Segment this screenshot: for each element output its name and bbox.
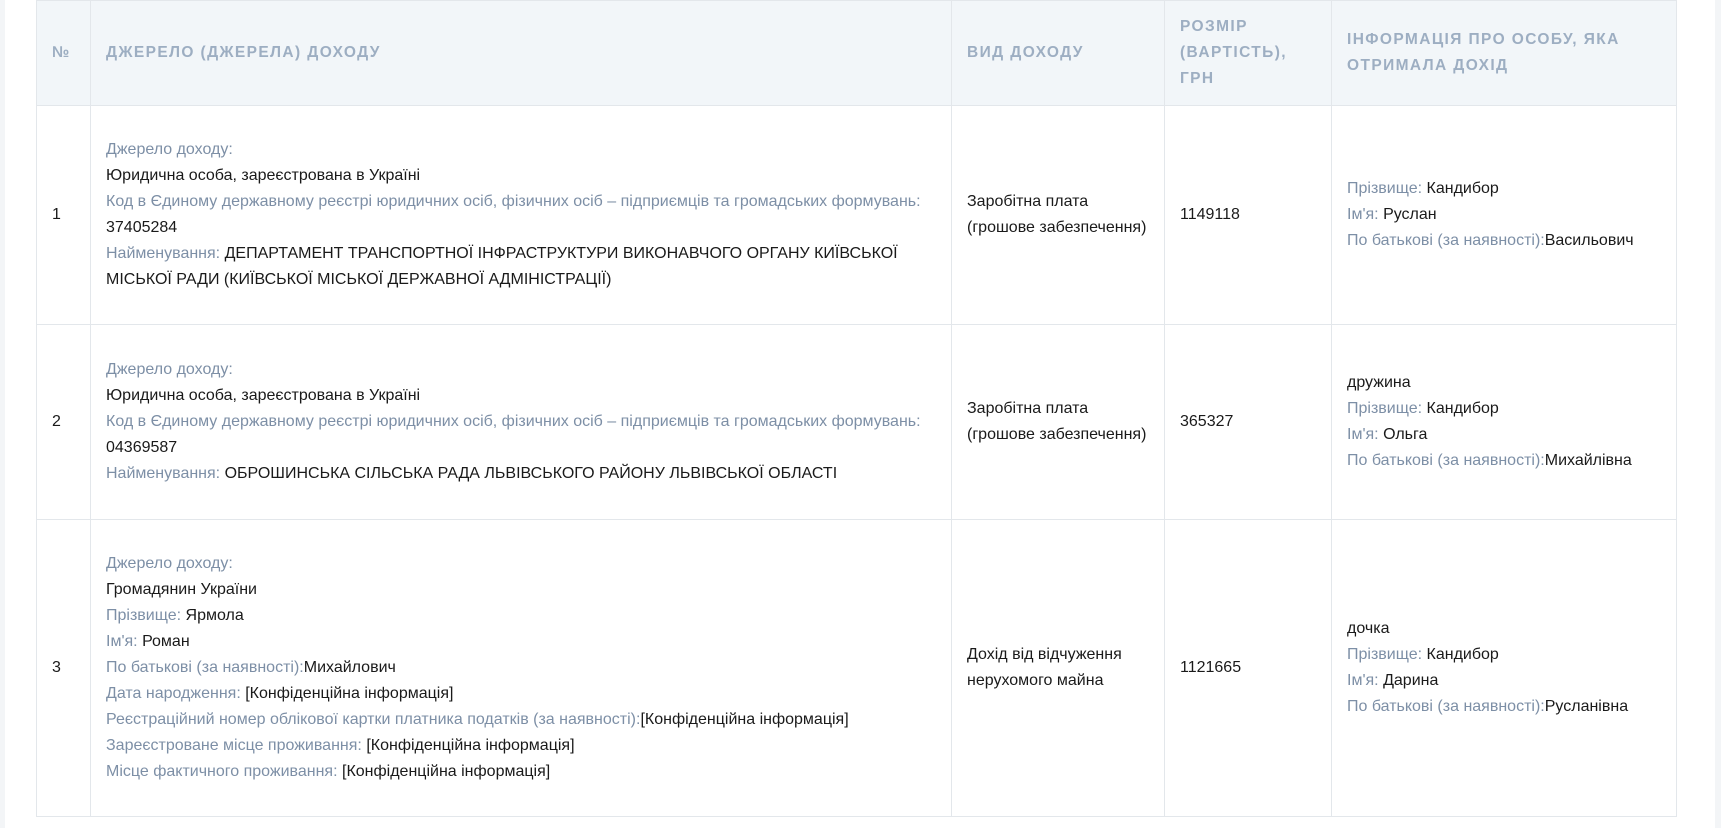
source-label: Джерело доходу: — [106, 361, 233, 378]
entity-type: Юридична особа, зареєстрована в Україні — [106, 167, 421, 184]
recipient-name-label: Ім'я: — [1347, 672, 1379, 689]
recipient-patronymic-value: Васильович — [1544, 232, 1634, 249]
entity-type: Громадянин України — [106, 581, 257, 598]
entity-name-label: Найменування: — [106, 465, 221, 482]
income-amount-cell: 365327 — [1164, 324, 1332, 520]
birthdate-value: [Конфіденційна інформація] — [245, 685, 454, 702]
entity-name-value: ОБРОШИНСЬКА СІЛЬСЬКА РАДА ЛЬВІВСЬКОГО РА… — [224, 465, 838, 482]
row-number: 2 — [36, 324, 91, 520]
actual-address-label: Місце фактичного проживання: — [106, 763, 338, 780]
page: № ДЖЕРЕЛО (ДЖЕРЕЛА) ДОХОДУ ВИД ДОХОДУ РО… — [5, 0, 1715, 828]
source-name-value: Роман — [142, 633, 190, 650]
tax-number-value: [Конфіденційна інформація] — [640, 711, 849, 728]
registry-code-label: Код в Єдиному державному реєстрі юридичн… — [106, 193, 921, 210]
recipient-surname-value: Кандибор — [1426, 400, 1499, 417]
entity-type: Юридична особа, зареєстрована в Україні — [106, 387, 421, 404]
actual-address-value: [Конфіденційна інформація] — [342, 763, 551, 780]
source-surname-label: Прізвище: — [106, 607, 182, 624]
table-row: 1 Джерело доходу: Юридична особа, зареєс… — [36, 105, 1677, 325]
entity-name-value: ДЕПАРТАМЕНТ ТРАНСПОРТНОЇ ІНФРАСТРУКТУРИ … — [106, 245, 898, 288]
source-label: Джерело доходу: — [106, 141, 233, 158]
recipient-name-value: Ольга — [1383, 426, 1428, 443]
entity-name-label: Найменування: — [106, 245, 221, 262]
header-recipient-info: ІНФОРМАЦІЯ ПРО ОСОБУ, ЯКА ОТРИМАЛА ДОХІД — [1331, 0, 1677, 106]
recipient-patronymic-value: Михайлівна — [1544, 452, 1632, 469]
registered-address-value: [Конфіденційна інформація] — [366, 737, 575, 754]
recipient-patronymic-label: По батькові (за наявності): — [1347, 452, 1545, 469]
recipient-name-label: Ім'я: — [1347, 206, 1379, 223]
registry-code-value: 37405284 — [106, 219, 178, 236]
income-type-cell: Заробітна плата (грошове забезпечення) — [951, 105, 1165, 325]
income-amount-cell: 1149118 — [1164, 105, 1332, 325]
recipient-patronymic-label: По батькові (за наявності): — [1347, 232, 1545, 249]
header-income-type: ВИД ДОХОДУ — [951, 0, 1165, 106]
recipient-name-label: Ім'я: — [1347, 426, 1379, 443]
recipient-surname-label: Прізвище: — [1347, 400, 1423, 417]
registry-code-value: 04369587 — [106, 439, 178, 456]
recipient-surname-value: Кандибор — [1426, 180, 1499, 197]
recipient-surname-label: Прізвище: — [1347, 180, 1423, 197]
header-income-amount: РОЗМІР (ВАРТІСТЬ), ГРН — [1164, 0, 1332, 106]
recipient-relation: дружина — [1347, 374, 1411, 391]
recipient-info-cell: дружина Прізвище: Кандибор Ім'я: Ольга П… — [1331, 324, 1677, 520]
income-source-cell: Джерело доходу: Юридична особа, зареєстр… — [90, 324, 952, 520]
recipient-info-cell: дочка Прізвище: Кандибор Ім'я: Дарина По… — [1331, 519, 1677, 817]
income-source-cell: Джерело доходу: Громадянин України Прізв… — [90, 519, 952, 817]
recipient-patronymic-value: Русланівна — [1544, 698, 1629, 715]
row-number: 3 — [36, 519, 91, 817]
row-number: 1 — [36, 105, 91, 325]
table-row: 2 Джерело доходу: Юридична особа, зареєс… — [36, 324, 1677, 520]
recipient-name-value: Дарина — [1383, 672, 1439, 689]
source-patronymic-label: По батькові (за наявності): — [106, 659, 304, 676]
header-income-source: ДЖЕРЕЛО (ДЖЕРЕЛА) ДОХОДУ — [90, 0, 952, 106]
birthdate-label: Дата народження: — [106, 685, 241, 702]
recipient-surname-label: Прізвище: — [1347, 646, 1423, 663]
income-table: № ДЖЕРЕЛО (ДЖЕРЕЛА) ДОХОДУ ВИД ДОХОДУ РО… — [36, 0, 1677, 817]
recipient-surname-value: Кандибор — [1426, 646, 1499, 663]
recipient-relation: дочка — [1347, 620, 1390, 637]
registry-code-label: Код в Єдиному державному реєстрі юридичн… — [106, 413, 921, 430]
recipient-patronymic-label: По батькові (за наявності): — [1347, 698, 1545, 715]
source-label: Джерело доходу: — [106, 555, 233, 572]
recipient-info-cell: Прізвище: Кандибор Ім'я: Руслан По батьк… — [1331, 105, 1677, 325]
recipient-name-value: Руслан — [1383, 206, 1437, 223]
registered-address-label: Зареєстроване місце проживання: — [106, 737, 362, 754]
source-surname-value: Ярмола — [185, 607, 244, 624]
source-patronymic-value: Михайлович — [303, 659, 396, 676]
tax-number-label: Реєстраційний номер облікової картки пла… — [106, 711, 641, 728]
table-row: 3 Джерело доходу: Громадянин України Прі… — [36, 519, 1677, 817]
income-amount-cell: 1121665 — [1164, 519, 1332, 817]
income-source-cell: Джерело доходу: Юридична особа, зареєстр… — [90, 105, 952, 325]
header-number: № — [36, 0, 91, 106]
table-header-row: № ДЖЕРЕЛО (ДЖЕРЕЛА) ДОХОДУ ВИД ДОХОДУ РО… — [36, 0, 1677, 106]
income-type-cell: Заробітна плата (грошове забезпечення) — [951, 324, 1165, 520]
source-name-label: Ім'я: — [106, 633, 138, 650]
income-type-cell: Дохід від відчуження нерухомого майна — [951, 519, 1165, 817]
